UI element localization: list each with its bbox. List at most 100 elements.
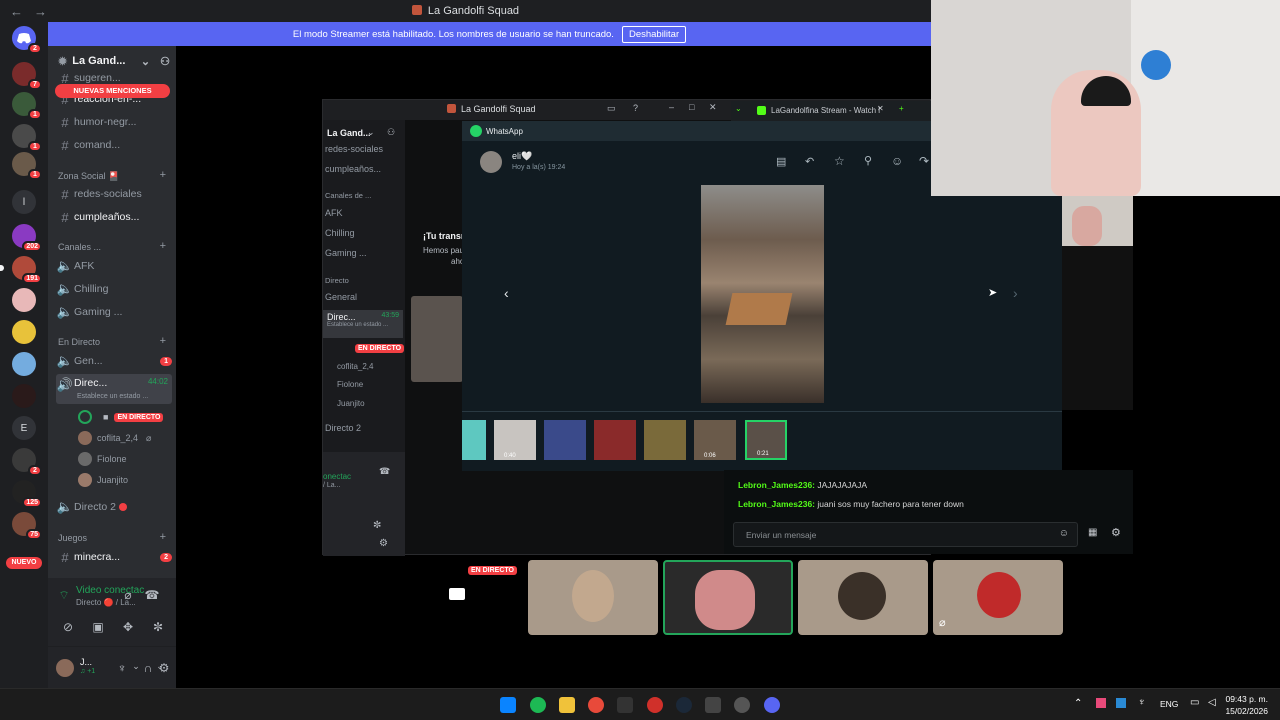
emoji-icon[interactable]: ☺ <box>1059 528 1069 539</box>
screen-share-tile[interactable]: EN DIRECTO <box>393 560 523 635</box>
server-avatar-8[interactable] <box>12 320 36 344</box>
signal-icon[interactable]: ⌔ <box>56 588 72 602</box>
message-icon[interactable]: ▤ <box>776 155 786 168</box>
steam-icon[interactable] <box>676 697 692 713</box>
browser-tab[interactable]: ⌄ LaGandolfina Stream - Watch l ✕ + <box>731 101 931 121</box>
server-avatar-3[interactable]: 1 <box>12 124 42 152</box>
nested-channel[interactable]: Directo 2 <box>325 423 361 433</box>
close-icon[interactable]: ✕ <box>709 102 717 113</box>
server-avatar-9[interactable] <box>12 384 36 408</box>
server-avatar-12[interactable]: 75 <box>12 512 42 540</box>
channel-cumple[interactable]: # cumpleaños... <box>56 207 172 227</box>
new-mentions-pill[interactable]: NUEVAS MENCIONES <box>55 84 170 98</box>
discord-taskbar-icon[interactable] <box>764 697 780 713</box>
add-channel-icon[interactable]: + <box>160 335 166 347</box>
participant-tile-speaking[interactable] <box>663 560 793 635</box>
add-channel-icon[interactable]: + <box>160 531 166 543</box>
chat-username[interactable]: Lebron_James236: <box>738 499 815 509</box>
tray-app-icon[interactable] <box>1096 698 1106 708</box>
server-avatar-5[interactable]: 202 <box>12 224 42 252</box>
windows-start-icon[interactable] <box>500 697 516 713</box>
volume-icon[interactable]: ◁ <box>1208 697 1216 708</box>
server-avatar-1[interactable]: 7 <box>12 62 42 90</box>
nested-channel[interactable]: General <box>325 292 357 302</box>
gift-icon[interactable]: ▦ <box>1088 527 1097 538</box>
settings-gear-icon[interactable]: ⚙ <box>1111 526 1121 539</box>
voice-user[interactable]: coflita_2,4 ⌀ <box>78 429 151 447</box>
add-channel-icon[interactable]: + <box>160 240 166 252</box>
emoji-icon[interactable]: ☺ <box>891 154 903 168</box>
obs-icon[interactable] <box>734 697 750 713</box>
media-thumbnail-selected[interactable]: 0:21 <box>745 420 787 460</box>
media-thumbnail[interactable] <box>594 420 636 460</box>
channel-redes[interactable]: # redes-sociales <box>56 184 172 204</box>
nested-user[interactable]: Fiolone <box>337 380 363 389</box>
activities-icon[interactable]: ✥ <box>120 620 136 634</box>
argentina-flag-server[interactable] <box>12 352 36 376</box>
invite-people-icon[interactable]: ⚇ <box>160 55 170 68</box>
spotify-icon[interactable] <box>530 697 546 713</box>
server-avatar-11[interactable]: 125 <box>12 480 42 508</box>
screen-share-icon[interactable]: ▣ <box>90 620 106 634</box>
media-thumbnail[interactable] <box>644 420 686 460</box>
voice-directo-2[interactable]: 🔈 Directo 2 <box>56 497 172 517</box>
file-explorer-icon[interactable] <box>559 697 575 713</box>
next-media-icon[interactable]: › <box>1013 285 1018 301</box>
category-zona-social[interactable]: Zona Social 🎴 <box>58 171 119 182</box>
media-thumbnail[interactable] <box>544 420 586 460</box>
direct-messages-icon[interactable]: 2 <box>12 26 42 54</box>
chrome-icon[interactable] <box>588 697 604 713</box>
nested-channel-active[interactable]: Direc... 43:59 Establece un estado ... <box>323 310 403 338</box>
voice-afk[interactable]: 🔈 AFK <box>56 256 172 276</box>
new-tab-icon[interactable]: + <box>899 104 904 113</box>
server-avatar-7[interactable] <box>12 288 36 312</box>
voice-user-self[interactable]: ■ EN DIRECTO <box>78 408 164 426</box>
noise-suppression-icon[interactable]: ⌀ <box>120 588 136 602</box>
nested-category[interactable]: Directo <box>325 276 349 285</box>
microphone-icon[interactable]: ♆ <box>1138 697 1146 708</box>
close-tab-icon[interactable]: ✕ <box>877 104 884 113</box>
participant-tile[interactable]: ⌀ <box>933 560 1063 635</box>
participant-tile[interactable] <box>528 560 658 635</box>
soundboard-icon[interactable]: ✼ <box>373 520 381 531</box>
previous-media-icon[interactable]: ‹ <box>504 285 509 301</box>
channel-minecraft[interactable]: # minecra... 2 <box>56 547 172 567</box>
voice-gaming[interactable]: 🔈 Gaming ... <box>56 302 172 322</box>
server-letter-l[interactable]: l <box>12 190 36 214</box>
nested-category[interactable]: Canales de ... <box>325 191 371 200</box>
server-avatar-6[interactable]: 191 <box>0 256 42 284</box>
tray-app-icon[interactable] <box>1116 698 1126 708</box>
tray-chevron-icon[interactable]: ⌃ <box>1074 698 1082 709</box>
nested-channel[interactable]: AFK <box>325 208 343 218</box>
channel-humor[interactable]: # humor-negr... <box>56 112 172 132</box>
minimize-icon[interactable]: – <box>669 102 674 112</box>
nested-user[interactable]: coflita_2,4 <box>337 362 373 371</box>
app-red-icon[interactable] <box>647 697 663 713</box>
disconnect-icon[interactable]: ☎ <box>144 588 160 602</box>
nested-channel[interactable]: Chilling <box>325 228 355 238</box>
voice-user[interactable]: Juanjito <box>78 471 128 489</box>
language-indicator[interactable]: ENG <box>1160 699 1178 709</box>
server-letter-e[interactable]: E <box>12 416 36 440</box>
nested-user[interactable]: Juanjito <box>337 399 365 408</box>
media-photo-stadium[interactable] <box>701 185 824 403</box>
disconnect-icon[interactable]: ☎ <box>379 466 390 477</box>
xbox-icon[interactable] <box>705 697 721 713</box>
inbox-icon[interactable]: ▭ <box>607 103 616 114</box>
add-channel-icon[interactable]: + <box>160 169 166 181</box>
forward-icon[interactable]: ↷ <box>919 154 929 168</box>
soundboard-icon[interactable]: ✼ <box>150 620 166 634</box>
maximize-icon[interactable]: □ <box>689 102 694 112</box>
voice-chilling[interactable]: 🔈 Chilling <box>56 279 172 299</box>
user-avatar[interactable] <box>56 659 74 677</box>
epic-games-icon[interactable] <box>617 697 633 713</box>
chat-input[interactable]: Enviar un mensaje ☺ <box>733 522 1078 547</box>
server-avatar-10[interactable]: 2 <box>12 448 42 476</box>
media-thumbnail[interactable]: 0:06 <box>694 420 736 460</box>
nested-channel[interactable]: Gaming ... <box>325 248 367 258</box>
invite-people-icon[interactable]: ⚇ <box>387 127 395 138</box>
sender-avatar[interactable] <box>480 151 502 173</box>
category-en-directo[interactable]: En Directo <box>58 337 100 347</box>
nested-channel[interactable]: cumpleaños... <box>325 164 381 174</box>
nested-channel[interactable]: redes-sociales <box>325 144 383 154</box>
